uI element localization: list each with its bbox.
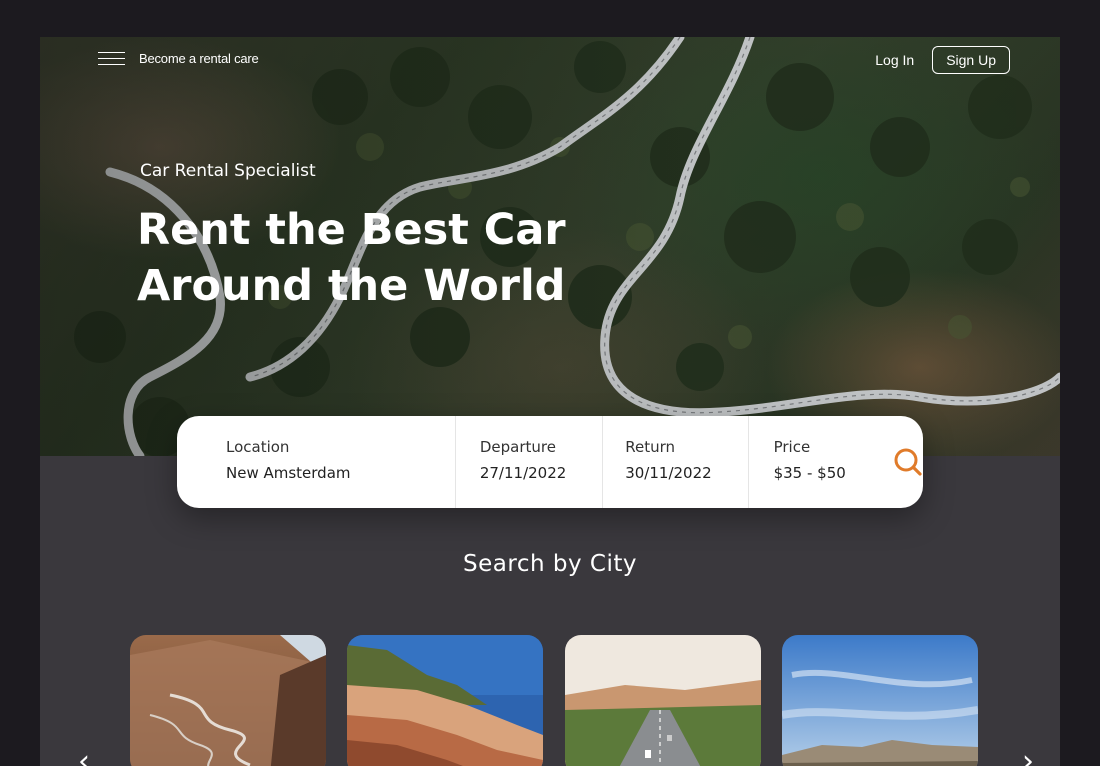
chevron-left-icon[interactable]: ‹: [78, 747, 90, 766]
chevron-right-icon[interactable]: ›: [1022, 747, 1034, 766]
city-card-1[interactable]: [130, 635, 326, 766]
highway-image: [565, 635, 761, 766]
signup-button[interactable]: Sign Up: [932, 46, 1010, 74]
return-value[interactable]: 30/11/2022: [625, 464, 747, 482]
hero-section: Become a rental care Log In Sign Up Car …: [40, 37, 1060, 456]
hero-headline-line2: Around the World: [137, 261, 566, 311]
location-value[interactable]: New Amsterdam: [226, 464, 455, 482]
hero-headline-line1: Rent the Best Car: [137, 205, 566, 255]
city-card-2[interactable]: [347, 635, 543, 766]
price-label: Price: [773, 438, 811, 456]
search-bar: Location New Amsterdam Departure 27/11/2…: [177, 416, 923, 508]
search-by-city-title: Search by City: [463, 551, 637, 577]
departure-value[interactable]: 27/11/2022: [480, 464, 602, 482]
hamburger-menu-icon[interactable]: [98, 51, 125, 66]
become-rental-link[interactable]: Become a rental care: [139, 51, 259, 66]
search-icon: [894, 448, 922, 476]
return-field[interactable]: Return 30/11/2022: [603, 416, 749, 508]
hero-headline: Rent the Best Car Around the World: [137, 202, 566, 314]
mesa-image: [782, 635, 978, 766]
mountain-road-image: [130, 635, 326, 766]
price-value[interactable]: $35 - $50: [774, 464, 893, 482]
page-frame: Become a rental care Log In Sign Up Car …: [40, 37, 1060, 766]
location-label: Location: [226, 438, 290, 456]
red-rock-image: [347, 635, 543, 766]
nav-left: Become a rental care: [98, 51, 259, 66]
price-field[interactable]: Price $35 - $50: [749, 416, 893, 508]
hero-eyebrow: Car Rental Specialist: [140, 161, 316, 181]
city-card-3[interactable]: [565, 635, 761, 766]
location-field[interactable]: Location New Amsterdam: [177, 416, 456, 508]
departure-field[interactable]: Departure 27/11/2022: [456, 416, 604, 508]
search-button[interactable]: [893, 416, 923, 508]
login-link[interactable]: Log In: [875, 52, 914, 68]
return-label: Return: [625, 438, 675, 456]
city-card-4[interactable]: [782, 635, 978, 766]
departure-label: Departure: [479, 438, 556, 456]
nav-right: Log In Sign Up: [875, 46, 1010, 74]
